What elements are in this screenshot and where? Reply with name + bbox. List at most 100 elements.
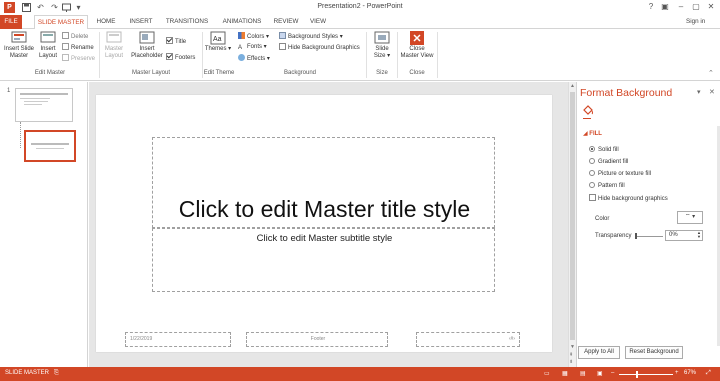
- rename-button[interactable]: Rename: [62, 43, 94, 52]
- tab-insert[interactable]: INSERT: [126, 15, 156, 29]
- collapse-ribbon-icon[interactable]: ⌃: [708, 69, 714, 77]
- tab-file[interactable]: FILE: [0, 15, 22, 29]
- insert-layout-button[interactable]: Insert Layout: [36, 31, 60, 60]
- master-layout-group-label: Master Layout: [131, 70, 171, 76]
- title-checkbox[interactable]: Title: [166, 37, 186, 46]
- hide-background-graphics-option[interactable]: Hide background graphics: [589, 194, 668, 204]
- reading-view-icon[interactable]: ▤: [580, 370, 586, 377]
- slide-number-placeholder[interactable]: ‹#›: [416, 332, 520, 347]
- solid-fill-option[interactable]: Solid fill: [589, 145, 619, 155]
- pane-close-icon[interactable]: ✕: [709, 88, 715, 96]
- fonts-button[interactable]: A Fonts ▾: [238, 43, 267, 52]
- themes-button[interactable]: Aa Themes ▾: [204, 31, 232, 53]
- date-text: 1/22/2019: [130, 336, 153, 342]
- pattern-fill-option[interactable]: Pattern fill: [589, 181, 625, 191]
- preserve-icon: [62, 54, 69, 61]
- zoom-in-icon[interactable]: +: [675, 370, 679, 376]
- apply-to-all-button[interactable]: Apply to All: [578, 346, 620, 359]
- sign-in-link[interactable]: Sign in: [686, 18, 705, 25]
- hide-background-graphics-box[interactable]: [279, 43, 286, 50]
- ribbon-tabs: FILE SLIDE MASTER HOME INSERT TRANSITION…: [0, 15, 720, 30]
- tab-review[interactable]: REVIEW: [272, 15, 300, 29]
- zoom-slider[interactable]: [619, 374, 673, 375]
- svg-text:Aa: Aa: [213, 36, 222, 43]
- close-master-view-button[interactable]: Close Master View: [399, 31, 435, 60]
- gradient-fill-radio[interactable]: [589, 158, 595, 164]
- scroll-up-arrow[interactable]: ▲: [570, 83, 575, 89]
- hide-background-graphics-pane-box[interactable]: [589, 194, 596, 201]
- transparency-input[interactable]: 0% ▲ ▼: [665, 230, 703, 241]
- zoom-out-icon[interactable]: –: [611, 370, 614, 376]
- pane-title: Format Background: [580, 87, 673, 99]
- slide-size-label-2: Size: [373, 53, 386, 59]
- transparency-slider-thumb[interactable]: [635, 233, 637, 239]
- delete-button[interactable]: Delete: [62, 32, 88, 41]
- next-slide-icon[interactable]: ⇟: [569, 359, 573, 365]
- slide-number-text: ‹#›: [508, 336, 515, 342]
- restore-icon[interactable]: ▢: [689, 1, 703, 13]
- help-icon[interactable]: ?: [644, 1, 658, 13]
- close-icon[interactable]: ✕: [704, 1, 718, 13]
- themes-label: Themes: [204, 46, 227, 52]
- reset-background-button[interactable]: Reset Background: [625, 346, 683, 359]
- fit-to-window-icon[interactable]: ⤢: [706, 370, 711, 377]
- footers-checkbox[interactable]: Footers: [166, 53, 195, 62]
- vertical-scrollbar[interactable]: ▲ ▼ ⇞ ⇟: [568, 82, 576, 367]
- color-picker-button[interactable]: ⌔ ▾: [677, 211, 703, 224]
- picture-fill-option[interactable]: Picture or texture fill: [589, 169, 651, 179]
- master-layout-label-2: Layout: [104, 53, 123, 59]
- close-group-label: Close: [409, 70, 425, 76]
- title-checkbox-box[interactable]: [166, 37, 173, 44]
- tab-transitions[interactable]: TRANSITIONS: [162, 15, 212, 29]
- pane-tab-indicator: [583, 118, 591, 119]
- solid-fill-radio[interactable]: [589, 146, 595, 152]
- transparency-spinner-icon[interactable]: ▲ ▼: [697, 231, 701, 239]
- normal-view-icon[interactable]: ▭: [544, 370, 550, 377]
- scroll-thumb[interactable]: [570, 92, 575, 340]
- colors-button[interactable]: Colors ▾: [238, 32, 269, 41]
- hide-background-graphics-checkbox[interactable]: Hide Background Graphics: [279, 43, 360, 52]
- slide-canvas[interactable]: Click to edit Master title style Click t…: [96, 95, 552, 352]
- master-layout-label-1: Master: [104, 46, 124, 52]
- tab-home[interactable]: HOME: [92, 15, 120, 29]
- date-placeholder[interactable]: 1/22/2019: [125, 332, 231, 347]
- slide-size-button[interactable]: Slide Size ▾: [368, 31, 396, 60]
- master-thumbnail[interactable]: [15, 88, 73, 122]
- slide-sorter-icon[interactable]: ▦: [562, 370, 568, 377]
- title-placeholder[interactable]: Click to edit Master title style: [152, 137, 495, 228]
- group-separator: [366, 32, 367, 78]
- preserve-button[interactable]: Preserve: [62, 54, 95, 63]
- title-layout-thumbnail[interactable]: [24, 130, 76, 162]
- zoom-slider-thumb[interactable]: [636, 371, 638, 378]
- ribbon-display-icon[interactable]: ▣: [658, 1, 672, 13]
- scroll-down-arrow[interactable]: ▼: [570, 344, 575, 350]
- title-placeholder-text: Click to edit Master title style: [178, 196, 471, 222]
- pattern-fill-radio[interactable]: [589, 182, 595, 188]
- tab-slide-master[interactable]: SLIDE MASTER: [34, 15, 88, 30]
- insert-placeholder-icon: [139, 31, 155, 44]
- fill-section-header[interactable]: ◢ FILL: [583, 130, 602, 137]
- pane-options-icon[interactable]: ▾: [697, 88, 701, 96]
- footer-placeholder[interactable]: Footer: [246, 332, 388, 347]
- master-layout-button[interactable]: Master Layout: [101, 31, 127, 60]
- footers-checkbox-box[interactable]: [166, 53, 173, 60]
- slideshow-view-icon[interactable]: ▣: [597, 370, 603, 377]
- tab-view[interactable]: VIEW: [306, 15, 330, 29]
- insert-placeholder-button[interactable]: Insert Placeholder: [129, 31, 165, 60]
- zoom-level[interactable]: 67%: [684, 370, 696, 376]
- gradient-fill-option[interactable]: Gradient fill: [589, 157, 628, 167]
- minimize-icon[interactable]: –: [674, 1, 688, 13]
- insert-slide-master-label-1: Insert Slide: [3, 46, 34, 52]
- group-separator: [99, 32, 100, 78]
- background-styles-button[interactable]: Background Styles ▾: [279, 32, 343, 41]
- paint-bucket-icon[interactable]: [582, 104, 594, 116]
- transparency-slider[interactable]: [635, 236, 663, 237]
- spell-check-icon[interactable]: ⎘: [54, 370, 59, 377]
- insert-slide-master-button[interactable]: Insert Slide Master: [2, 31, 36, 60]
- picture-fill-radio[interactable]: [589, 170, 595, 176]
- color-label: Color: [595, 216, 610, 222]
- effects-button[interactable]: Effects ▾: [238, 54, 270, 63]
- tab-animations[interactable]: ANIMATIONS: [218, 15, 266, 29]
- previous-slide-icon[interactable]: ⇞: [569, 352, 573, 358]
- subtitle-placeholder[interactable]: Click to edit Master subtitle style: [152, 228, 495, 292]
